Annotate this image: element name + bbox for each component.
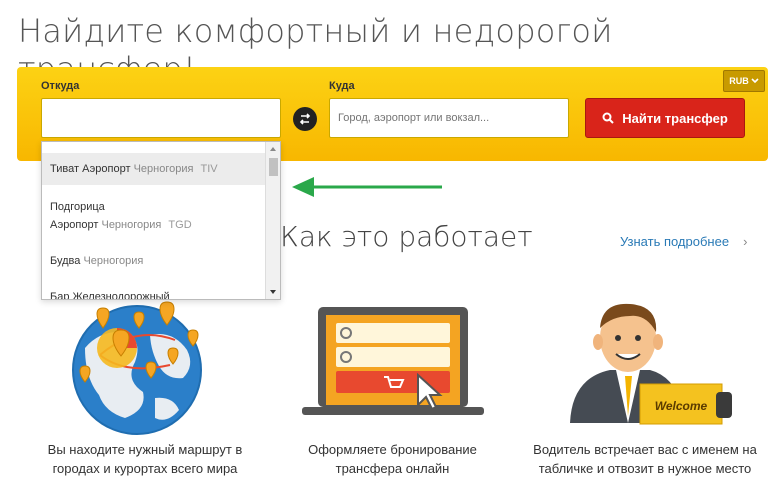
suggestion-country: Черногория — [101, 219, 162, 231]
learn-more-label: Узнать подробнее — [620, 234, 730, 249]
swap-direction-button[interactable] — [293, 107, 317, 131]
suggestion-country: Черногория — [83, 255, 144, 267]
dropdown-scrollbar[interactable] — [265, 142, 280, 299]
to-input[interactable] — [329, 98, 569, 138]
search-icon — [602, 112, 614, 124]
scroll-down-icon[interactable] — [270, 290, 276, 294]
welcome-sign-text: Welcome — [655, 399, 708, 413]
annotation-arrow-icon — [292, 177, 442, 197]
suggestion-country: Черногория — [133, 163, 194, 175]
currency-label: RUB — [729, 76, 749, 86]
suggestion-item[interactable]: Бар Железнодорожный — [42, 288, 266, 300]
suggestion-item[interactable]: Будва Черногория — [42, 252, 266, 270]
step-caption: Оформляете бронирование трансфера онлайн — [308, 442, 477, 476]
step-caption: Водитель встречает вас с именем на табли… — [533, 442, 757, 476]
suggestion-item[interactable]: Тиват Аэропорт Черногория TIV — [42, 153, 266, 185]
driver-icon: Welcome — [570, 303, 732, 425]
laptop-icon — [302, 307, 484, 415]
suggestion-name: Аэропорт — [50, 219, 99, 231]
learn-more-link[interactable]: Узнать подробнее › — [620, 234, 747, 249]
from-suggestions-dropdown: Тиват Аэропорт Черногория TIV Подгорица … — [41, 141, 281, 300]
suggestion-name: Бар Железнодорожный — [50, 291, 170, 300]
suggestion-code: TIV — [200, 163, 218, 175]
from-input[interactable] — [41, 98, 281, 138]
from-label: Откуда — [41, 80, 80, 92]
currency-selector[interactable]: RUB — [723, 70, 765, 92]
suggestion-name: Тиват Аэропорт — [50, 163, 131, 175]
find-transfer-label: Найти трансфер — [622, 110, 728, 126]
step-caption: Вы находите нужный маршрут в городах и к… — [47, 442, 243, 476]
scrollbar-thumb[interactable] — [269, 158, 278, 176]
scroll-up-icon[interactable] — [270, 147, 276, 151]
suggestion-name: Будва — [50, 255, 81, 267]
chevron-right-icon: › — [743, 234, 748, 249]
suggestion-item[interactable]: Подгорица Аэропорт Черногория TGD — [42, 198, 266, 234]
chevron-down-icon — [751, 78, 759, 84]
suggestion-code: TGD — [168, 219, 192, 231]
find-transfer-button[interactable]: Найти трансфер — [585, 98, 745, 138]
swap-arrows-icon — [299, 113, 311, 125]
to-label: Куда — [329, 80, 355, 92]
suggestion-city: Подгорица — [50, 201, 105, 213]
how-it-works-title: Как это работает — [280, 220, 533, 253]
globe-icon — [72, 301, 202, 435]
